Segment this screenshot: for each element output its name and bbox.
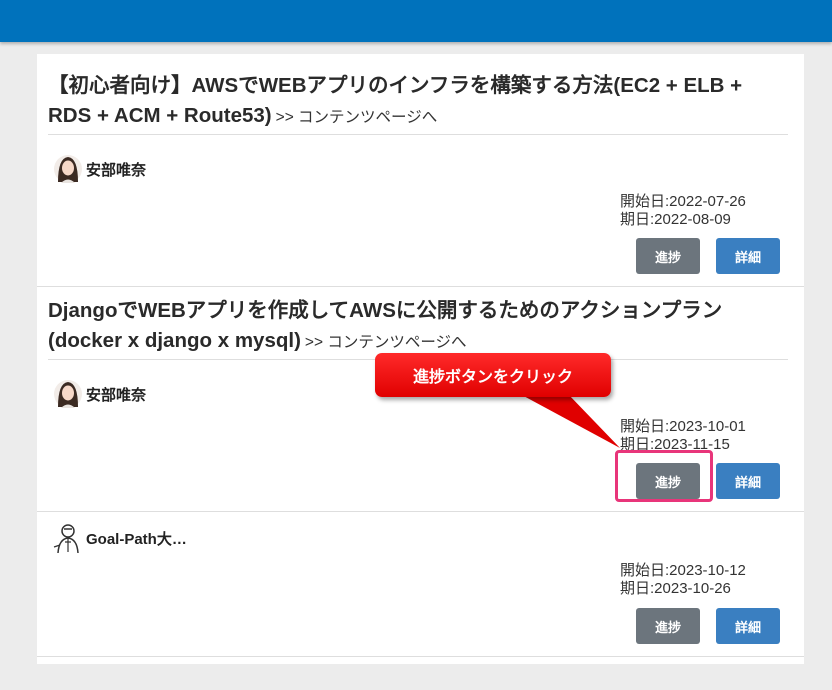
top-navbar (0, 0, 832, 42)
author: 安部唯奈 (50, 377, 146, 411)
plan-title: 【初心者向け】AWSでWEBアプリのインフラを構築する方法(EC2 + ELB … (48, 71, 788, 135)
author-name: 安部唯奈 (86, 161, 147, 179)
plan-card: DjangoでWEBアプリを作成してAWSに公開するためのアクションプラン(do… (37, 287, 804, 512)
start-date: 開始日:2023-10-12 (620, 562, 746, 579)
detail-button[interactable]: 詳細 (716, 608, 780, 644)
start-date: 開始日:2022-07-26 (620, 193, 746, 210)
due-date: 期日:2023-11-15 (620, 436, 730, 453)
plan-card: Goal-Path大… 開始日:2023-10-12 期日:2023-10-26… (37, 512, 804, 657)
avatar-icon (53, 524, 79, 554)
plan-dates: 開始日:2023-10-01 期日:2023-11-15 (620, 418, 746, 454)
author: 安部唯奈 (50, 152, 146, 186)
due-date: 期日:2023-10-26 (620, 580, 731, 597)
content-page-link[interactable]: >> コンテンツページへ (276, 109, 438, 126)
plan-dates: 開始日:2022-07-26 期日:2022-08-09 (620, 193, 746, 229)
detail-button[interactable]: 詳細 (716, 238, 780, 274)
detail-button[interactable]: 詳細 (716, 463, 780, 499)
progress-button[interactable]: 進捗 (636, 238, 700, 274)
annotation-callout: 進捗ボタンをクリック (375, 353, 611, 397)
author-name: 安部唯奈 (86, 386, 147, 404)
plan-card: 【初心者向け】AWSでWEBアプリのインフラを構築する方法(EC2 + ELB … (37, 54, 804, 287)
author-name: Goal-Path大… (86, 530, 187, 548)
start-date: 開始日:2023-10-01 (620, 418, 746, 435)
callout-text: 進捗ボタンをクリック (412, 367, 573, 386)
plan-title: DjangoでWEBアプリを作成してAWSに公開するためのアクションプラン(do… (48, 296, 788, 360)
progress-button[interactable]: 進捗 (636, 463, 700, 499)
avatar-icon (54, 380, 82, 408)
avatar-icon (54, 155, 82, 183)
author: Goal-Path大… (50, 521, 187, 555)
content-page-link[interactable]: >> コンテンツページへ (305, 334, 467, 351)
due-date: 期日:2022-08-09 (620, 211, 731, 228)
plan-dates: 開始日:2023-10-12 期日:2023-10-26 (620, 562, 746, 598)
progress-button[interactable]: 進捗 (636, 608, 700, 644)
